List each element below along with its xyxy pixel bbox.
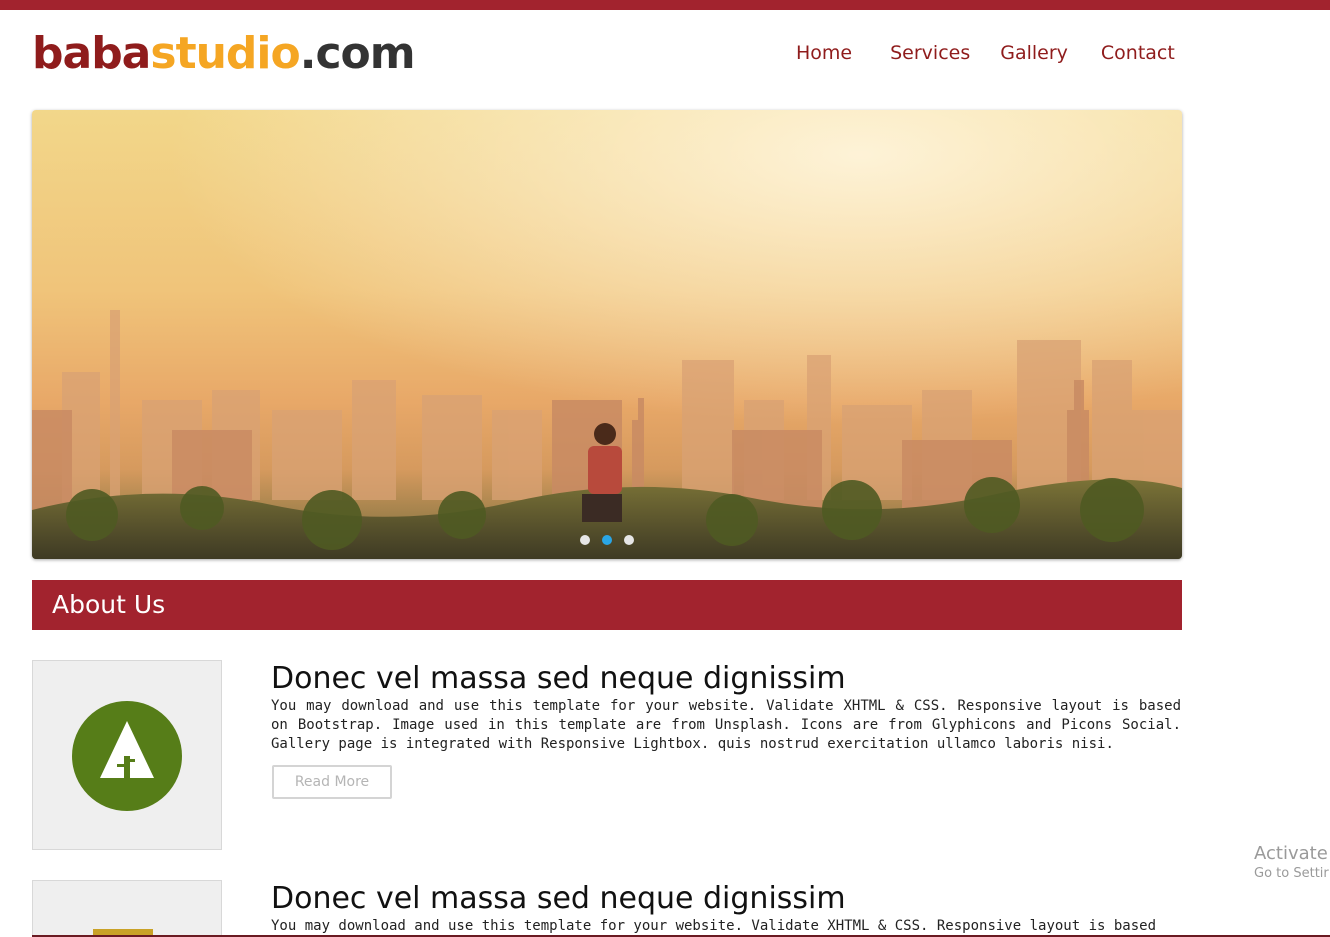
item-description: You may download and use this template f… [271,698,1181,752]
watermark-line-1: Activate [1254,843,1328,864]
slider-pagination [32,535,1182,545]
logo-part-studio: studio [150,28,300,79]
logo-part-baba: baba [32,28,151,79]
slider-dot-1[interactable] [580,535,590,545]
main-nav: Home Services Gallery Contact [780,38,1175,68]
hero-slider[interactable] [32,110,1182,559]
nav-contact-link[interactable]: Contact [1101,38,1175,68]
about-title: About Us [52,590,166,619]
item-thumbnail [32,880,222,937]
about-header-bar: About Us [32,580,1182,630]
watermark-line-2: Go to Settir [1254,866,1329,881]
nav-gallery-link[interactable]: Gallery [1000,38,1068,68]
read-more-button[interactable]: Read More [272,765,392,799]
item-thumbnail [32,660,222,850]
logo-part-com: .com [299,28,416,79]
os-activation-watermark: Activate Go to Settir [1254,843,1330,883]
hero-slide-image [32,110,1182,559]
item-description: You may download and use this template f… [271,918,1157,934]
nav-services-link[interactable]: Services [890,38,970,68]
slider-dot-2[interactable] [602,535,612,545]
nav-home-link[interactable]: Home [796,38,852,68]
item-heading: Donec vel massa sed neque dignissim [271,661,846,696]
html-badge-icon [93,929,153,937]
item-heading: Donec vel massa sed neque dignissim [271,881,846,916]
slider-dot-3[interactable] [624,535,634,545]
top-accent-bar [0,0,1330,10]
forrst-tree-icon [72,701,182,811]
site-logo[interactable]: babastudio.com [32,26,416,82]
